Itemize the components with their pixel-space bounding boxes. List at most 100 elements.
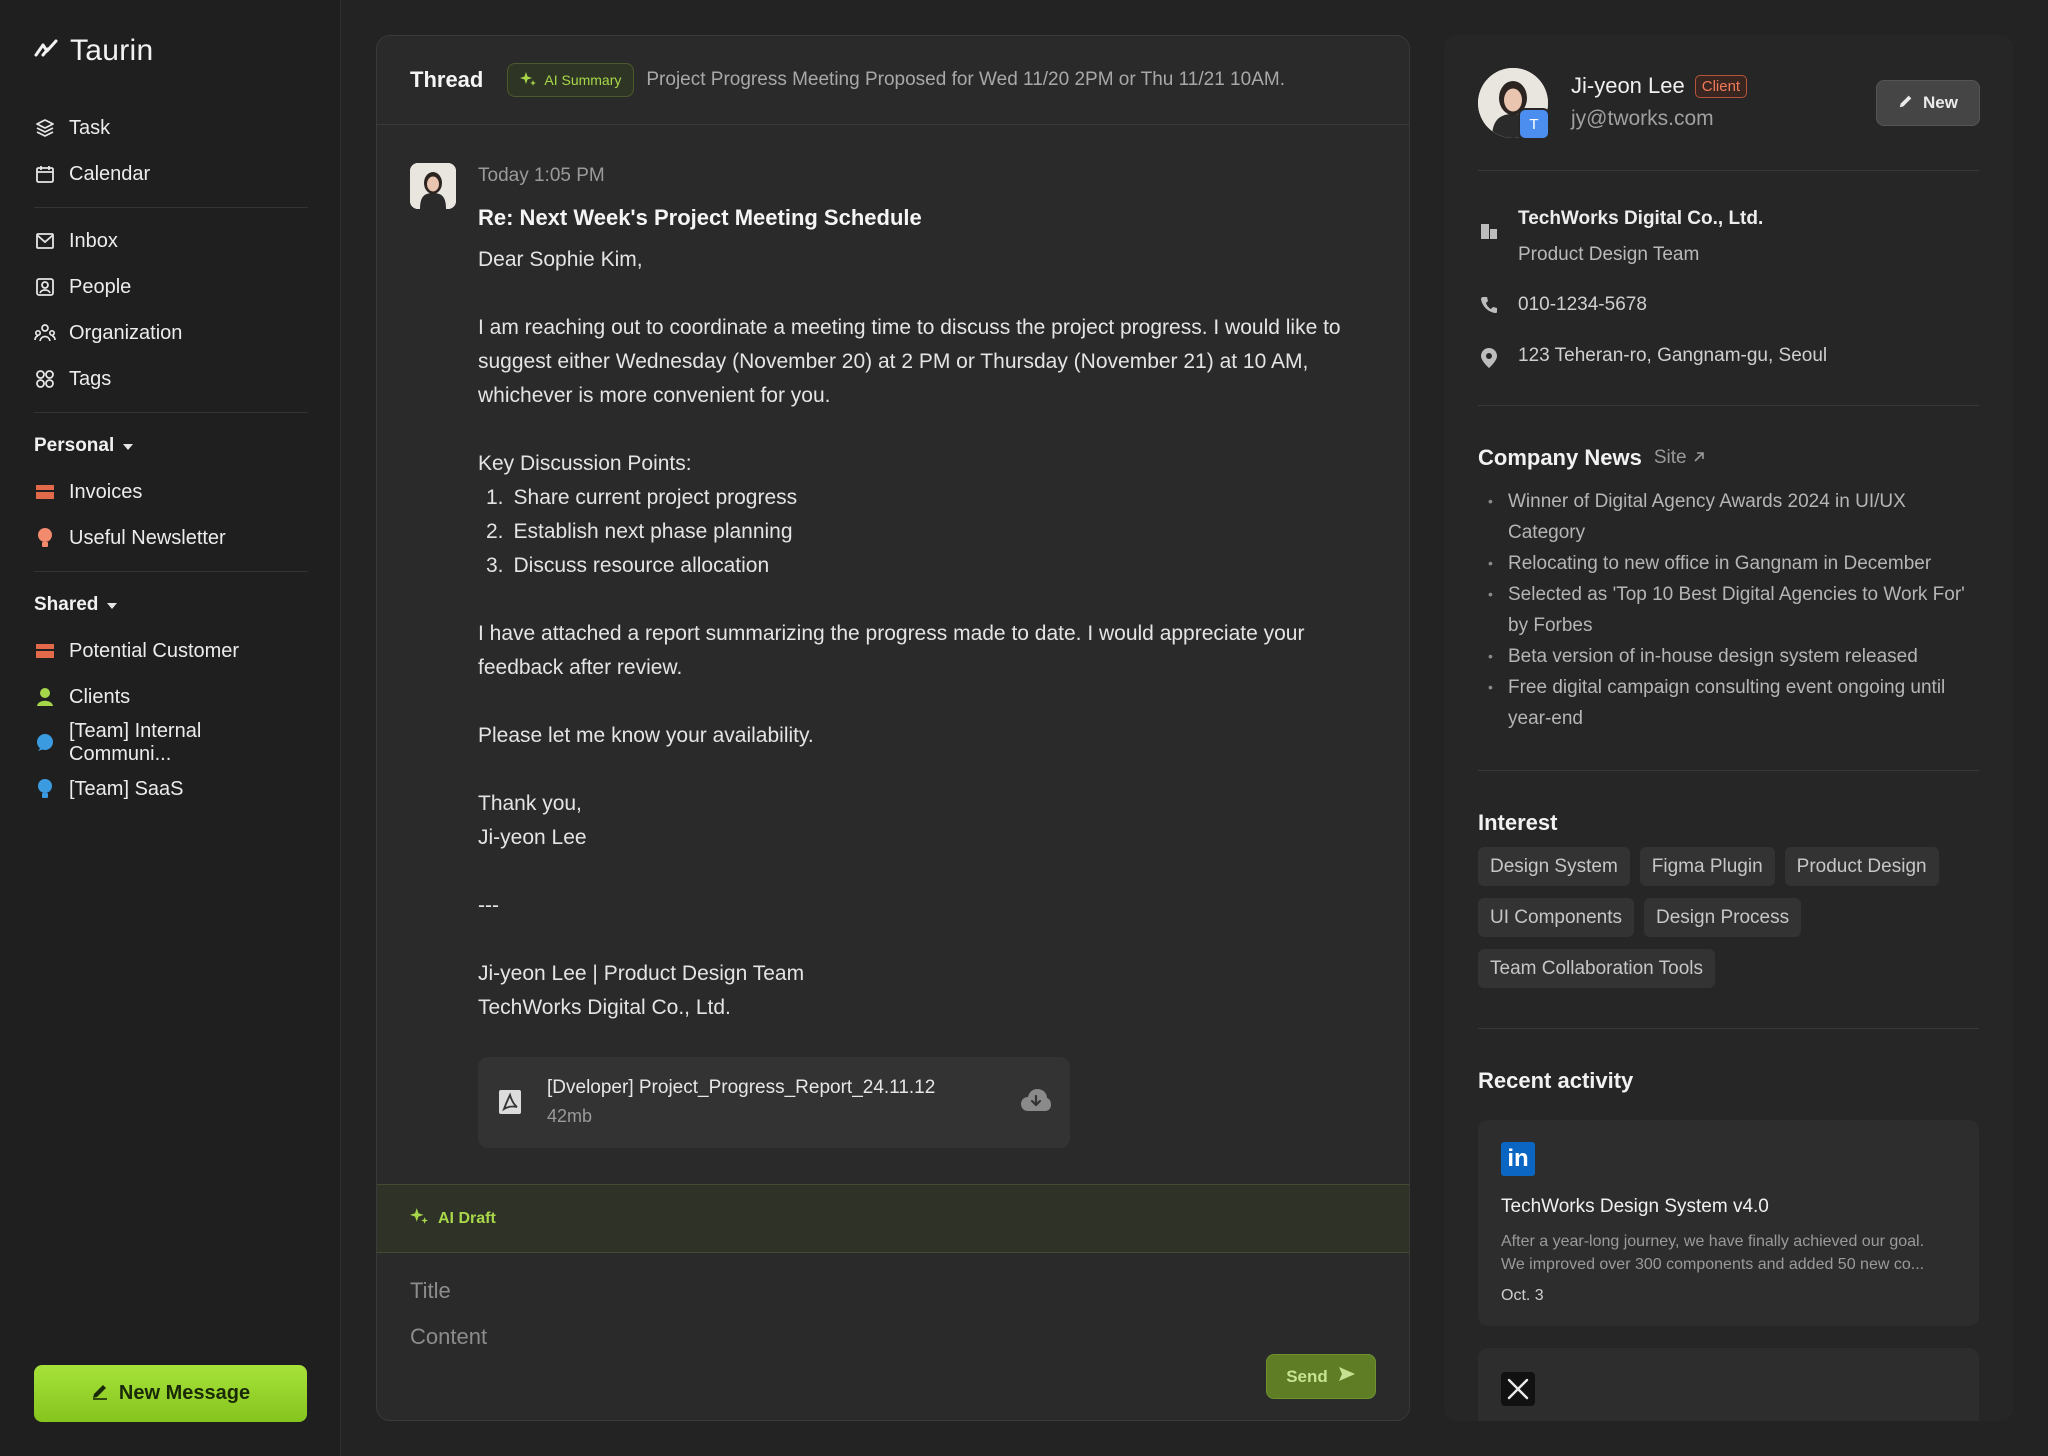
location-pin-icon [1478, 345, 1500, 369]
paragraph: I am reaching out to coordinate a meetin… [478, 316, 1341, 407]
sidebar-item-task[interactable]: Task [34, 105, 308, 151]
sparkle-icon [520, 71, 537, 90]
list-item: 3. Discuss resource allocation [486, 554, 770, 577]
attachment[interactable]: [Dveloper] Project_Progress_Report_24.11… [478, 1057, 1070, 1148]
sidebar-item-label: Task [69, 116, 111, 139]
activity-desc: After a year-long journey, we have final… [1501, 1233, 1925, 1250]
sidebar-item-label: People [69, 275, 132, 298]
folder-icon [34, 640, 56, 662]
interest-tag[interactable]: Design System [1478, 847, 1630, 886]
message-body: Today 1:05 PM Re: Next Week's Project Me… [478, 163, 1378, 1025]
sidebar-item-invoices[interactable]: Invoices [34, 469, 308, 515]
address-row[interactable]: 123 Teheran-ro, Gangnam-gu, Seoul [1478, 345, 1827, 369]
interest-tag[interactable]: UI Components [1478, 898, 1635, 937]
company-name: TechWorks Digital Co., Ltd. [1518, 208, 1764, 229]
activity-card[interactable]: in TechWorks Design System v4.0 After a … [1478, 1120, 1979, 1326]
section-personal[interactable]: Personal [34, 423, 308, 469]
logo[interactable]: Taurin [34, 34, 154, 68]
greeting: Dear Sophie Kim, [478, 248, 643, 271]
section-label: Personal [34, 435, 115, 456]
draft-content-input[interactable]: Content [410, 1324, 487, 1350]
calendar-icon [34, 163, 56, 185]
bulb-icon [34, 778, 56, 800]
contact-panel: T Ji-yeon Lee Client jy@tworks.com New T… [1444, 35, 2014, 1421]
send-label: Send [1286, 1366, 1328, 1386]
company-info: TechWorks Digital Co., Ltd. Product Desi… [1478, 208, 1763, 266]
sidebar-item-label: Useful Newsletter [69, 526, 226, 549]
thread-panel: Thread AI Summary Project Progress Meeti… [376, 35, 1410, 1421]
new-button[interactable]: New [1876, 80, 1980, 126]
divider [34, 412, 308, 413]
message-time: Today 1:05 PM [478, 165, 605, 186]
sidebar-item-label: Inbox [69, 229, 118, 252]
ai-draft-label: AI Draft [438, 1209, 496, 1227]
contact-name-row: Ji-yeon Lee Client [1571, 73, 1748, 99]
person-icon [34, 686, 56, 708]
sidebar-item-clients[interactable]: Clients [34, 674, 308, 720]
paragraph: Please let me know your availability. [478, 724, 814, 747]
closing: Thank you, [478, 792, 582, 815]
cloud-download-icon[interactable] [1020, 1087, 1052, 1120]
signer: Ji-yeon Lee [478, 826, 587, 849]
draft-title-input[interactable]: Title [410, 1278, 451, 1304]
divider [1478, 170, 1979, 171]
sidebar-item-label: Potential Customer [69, 639, 240, 662]
new-message-button[interactable]: New Message [34, 1365, 307, 1422]
divider [34, 207, 308, 208]
sender-avatar[interactable] [410, 163, 456, 209]
list-item: Relocating to new office in Gangnam in D… [1488, 548, 1978, 579]
sidebar-item-inbox[interactable]: Inbox [34, 218, 308, 264]
sidebar-item-calendar[interactable]: Calendar [34, 151, 308, 197]
ai-draft-bar[interactable]: AI Draft [377, 1184, 1409, 1253]
company-team: Product Design Team [1518, 244, 1700, 265]
bulb-icon [34, 527, 56, 549]
activity-card[interactable] [1478, 1348, 1979, 1421]
section-shared[interactable]: Shared [34, 582, 308, 628]
interest-tag[interactable]: Team Collaboration Tools [1478, 949, 1715, 988]
phone-row[interactable]: 010-1234-5678 [1478, 294, 1647, 316]
signature-line: TechWorks Digital Co., Ltd. [478, 996, 731, 1019]
person-icon [34, 276, 56, 298]
thread-title: Thread [410, 67, 484, 92]
list-item: Selected as 'Top 10 Best Digital Agencie… [1488, 579, 1978, 641]
phone-number: 010-1234-5678 [1518, 294, 1647, 315]
sidebar-item-team-saas[interactable]: [Team] SaaS [34, 766, 308, 812]
phone-icon [1478, 294, 1500, 314]
ai-summary-label: AI Summary [544, 72, 622, 88]
sidebar-item-people[interactable]: People [34, 264, 308, 310]
interest-tag[interactable]: Figma Plugin [1639, 847, 1775, 886]
sidebar-item-label: Invoices [69, 480, 143, 503]
discussion-points: 1. Share current project progress 2. Estab… [478, 481, 1378, 583]
caret-down-icon [122, 435, 134, 457]
send-button[interactable]: Send [1266, 1354, 1376, 1399]
site-label: Site [1653, 447, 1687, 468]
x-twitter-icon [1501, 1372, 1535, 1406]
news-list: Winner of Digital Agency Awards 2024 in … [1488, 486, 1978, 734]
sidebar-item-label: [Team] Internal Communi... [69, 720, 202, 765]
address: 123 Teheran-ro, Gangnam-gu, Seoul [1518, 345, 1828, 366]
ai-summary-badge[interactable]: AI Summary [507, 63, 635, 97]
divider [1478, 1028, 1979, 1029]
chat-icon [34, 732, 56, 754]
interest-tag[interactable]: Design Process [1644, 898, 1802, 937]
building-icon [1478, 208, 1500, 240]
pencil-icon [91, 1382, 109, 1406]
sidebar-item-team-internal[interactable]: [Team] Internal Communi... [34, 720, 308, 766]
activity-desc: We improved over 300 components and adde… [1501, 1256, 1925, 1273]
sidebar-item-potential-customer[interactable]: Potential Customer [34, 628, 308, 674]
interest-title: Interest [1478, 810, 1558, 835]
points-title: Key Discussion Points: [478, 452, 692, 475]
sidebar-item-organization[interactable]: Organization [34, 310, 308, 356]
divider [1478, 405, 1979, 406]
client-badge: Client [1694, 74, 1748, 98]
interest-tag[interactable]: Product Design [1784, 847, 1939, 886]
site-link[interactable]: Site [1654, 447, 1705, 469]
sidebar-item-tags[interactable]: Tags [34, 356, 308, 402]
list-item: Free digital campaign consulting event o… [1488, 672, 1978, 734]
send-icon [1338, 1366, 1356, 1387]
pencil-icon [1898, 93, 1914, 114]
sidebar-item-useful-newsletter[interactable]: Useful Newsletter [34, 515, 308, 561]
contact-email[interactable]: jy@tworks.com [1571, 107, 1714, 131]
list-item: 2. Establish next phase planning [486, 520, 793, 543]
sidebar-item-label: Organization [69, 321, 183, 344]
